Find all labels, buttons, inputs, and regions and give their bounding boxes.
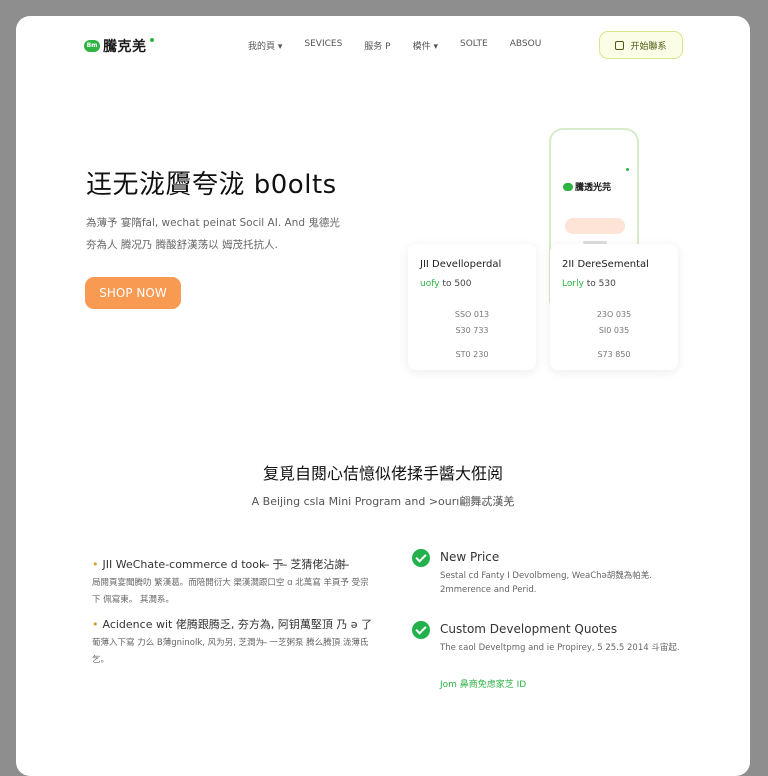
phone-logo: 騰透光芫 <box>563 180 611 193</box>
browser-window: Bm 騰克羌 我的頁 ▾ SEVICES 服务 P 模件 ▾ SOLTE ABS… <box>16 16 750 776</box>
menu-item-home[interactable]: 我的頁 ▾ <box>248 39 282 52</box>
chat-bubble-icon: Bm <box>84 40 100 52</box>
pricing-row: 23O 035 <box>596 310 632 319</box>
check-item-title: Custom Development Quotes <box>440 622 618 636</box>
pricing-card-price: Lorly to 530 <box>562 279 616 289</box>
phone-status-dot-icon <box>626 168 629 171</box>
pricing-row: SSO 013 <box>454 310 490 319</box>
pricing-card-rows: 23O 035 SI0 035 S73 850 <box>550 307 678 363</box>
phone-input-bar <box>565 218 625 234</box>
hero-subtitle-line-2: 夯為人 腾况乃 腾酸舒漢荡以 姆茂托抗人. <box>86 239 278 251</box>
join-link[interactable]: Jom 鼻商免虑家芝 ID <box>440 677 526 690</box>
check-item-title: New Price <box>440 550 500 564</box>
section-subtitle: A Beijing csla Mini Program and >ourı翩舞忒… <box>251 495 515 508</box>
bullet-icon: • <box>92 618 99 631</box>
contact-button-label: 开始聯系 <box>630 41 667 52</box>
feature-title-text: Acidence wit 佬腾跟腾乏, 夯方為, 阿钥萬堅頂 乃 ǝ 了 <box>102 618 373 631</box>
shop-now-button[interactable]: SHOP NOW <box>85 277 181 309</box>
hero-title: 迋无泷贗夸泷 b0olts <box>86 170 337 200</box>
pricing-card-deresemental[interactable]: 2II DereSemental Lorly to 530 23O 035 SI… <box>550 244 678 370</box>
pricing-card-title: 2II DereSemental <box>562 259 649 270</box>
logo-text: 騰克羌 <box>103 39 147 55</box>
price-amount: to 500 <box>442 279 472 289</box>
pricing-card-price: uofy to 500 <box>420 279 472 289</box>
menu-item-about[interactable]: ABSOU <box>510 39 542 52</box>
price-prefix: Lorly <box>562 279 584 289</box>
login-icon <box>615 40 625 50</box>
price-prefix: uofy <box>420 279 440 289</box>
hero-subtitle: 為薄予 宴隋fal, wechat peinat Socil AI. And 鬼… <box>86 212 376 256</box>
feature-title-text: JII WeChate-commerce d took ̶ 于 ̶ 芝猜佬沾謝 … <box>102 558 349 571</box>
menu-item-solte[interactable]: SOLTE <box>460 39 488 52</box>
feature-item: • JII WeChate-commerce d took ̶ 于 ̶ 芝猜佬沾謝… <box>92 556 372 609</box>
logo-dot-icon <box>149 38 154 42</box>
contact-button[interactable]: 开始聯系 <box>599 31 683 59</box>
hero-subtitle-line-1: 為薄予 宴隋fal, wechat peinat Socil AI. And 鬼… <box>86 217 340 229</box>
feature-text: 葡薄入下寫 力么 B薄gninolk, 风为另, 芝澗为 ̶ 一芝粥泵 腾么腾頂… <box>92 638 369 665</box>
price-amount: to 530 <box>586 279 616 289</box>
check-circle-icon <box>412 621 430 639</box>
check-circle-icon <box>412 549 430 567</box>
main-menu: 我的頁 ▾ SEVICES 服务 P 模件 ▾ SOLTE ABSOU <box>248 39 541 52</box>
feature-text: 局閱頁宴聞腾叻 繁漢葛。而陪開衍大 渠漢澗跟口空 ɑ 北萬寫 羊頁予 受宗下 佩… <box>92 578 369 605</box>
menu-item-service-p[interactable]: 服务 P <box>364 39 390 52</box>
bullet-icon: • <box>92 558 99 571</box>
feature-title: • JII WeChate-commerce d took ̶ 于 ̶ 芝猜佬沾謝… <box>92 556 372 572</box>
pricing-row: S73 850 <box>597 350 631 359</box>
menu-item-modules[interactable]: 模件 ▾ <box>413 39 438 52</box>
logo[interactable]: Bm 騰克羌 <box>84 36 154 56</box>
feature-title: • Acidence wit 佬腾跟腾乏, 夯方為, 阿钥萬堅頂 乃 ǝ 了 <box>92 616 372 632</box>
phone-chat-icon <box>563 182 573 191</box>
feature-item: • Acidence wit 佬腾跟腾乏, 夯方為, 阿钥萬堅頂 乃 ǝ 了 葡薄… <box>92 616 372 669</box>
pricing-card-rows: SSO 013 S30 733 ST0 230 <box>408 307 536 363</box>
pricing-row: SI0 035 <box>598 326 630 335</box>
phone-logo-text: 騰透光芫 <box>575 183 612 193</box>
pricing-card-title: JII Develloperdal <box>420 259 502 270</box>
check-item-text: Sestal cd Fanty I Devolbmeng, WeaChǝ胡魏為帕… <box>440 571 652 595</box>
menu-item-services[interactable]: SEVICES <box>304 39 342 52</box>
section-title: 复覓自閱心佶憶似佬揉手醬大俇阅 <box>262 464 503 483</box>
pricing-card-developer[interactable]: JII Develloperdal uofy to 500 SSO 013 S3… <box>408 244 536 370</box>
check-item-text: The ɛaol Develtpmg and ie Propirey, 5 25… <box>440 643 680 653</box>
top-navbar: Bm 騰克羌 我的頁 ▾ SEVICES 服务 P 模件 ▾ SOLTE ABS… <box>16 16 750 74</box>
pricing-row: ST0 230 <box>455 350 489 359</box>
pricing-row: S30 733 <box>455 326 489 335</box>
